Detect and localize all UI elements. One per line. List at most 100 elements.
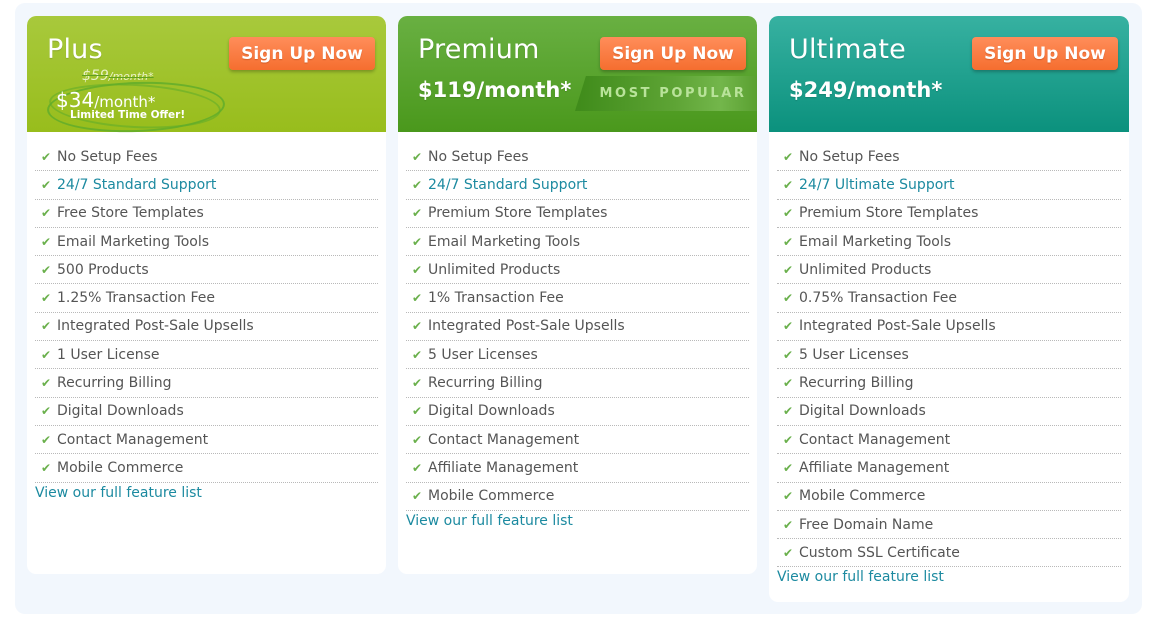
feature-item: ✔ Digital Downloads xyxy=(35,398,378,426)
check-icon: ✔ xyxy=(412,347,423,362)
feature-label: Unlimited Products xyxy=(428,261,561,278)
plan-header-plus: Plus $59/month* $34/month* Limited Time … xyxy=(27,16,386,136)
plan-header-premium: Premium $119/month* MOST POPULAR Sign Up… xyxy=(398,16,757,132)
feature-label: Contact Management xyxy=(428,431,580,448)
feature-label: 5 User Licenses xyxy=(799,346,909,363)
feature-item: ✔ Custom SSL Certificate xyxy=(777,539,1121,568)
feature-label: Mobile Commerce xyxy=(428,488,555,505)
feature-item: ✔ Unlimited Products xyxy=(406,256,749,285)
feature-link[interactable]: 24/7 Ultimate Support xyxy=(799,177,955,193)
feature-label: Affiliate Management xyxy=(428,459,579,476)
feature-label: Integrated Post-Sale Upsells xyxy=(799,318,996,335)
sign-up-button-plus[interactable]: Sign Up Now xyxy=(229,37,375,70)
feature-list: ✔ No Setup Fees ✔ 24/7 Standard Support ✔ Pre… xyxy=(406,132,749,511)
feature-item: ✔ No Setup Fees xyxy=(35,143,378,172)
feature-label: Unlimited Products xyxy=(799,261,932,278)
feature-label: Premium Store Templates xyxy=(799,205,979,222)
feature-item: ✔ Recurring Billing xyxy=(406,369,749,398)
feature-label: Email Marketing Tools xyxy=(57,233,210,250)
plan-name: Ultimate xyxy=(789,34,906,65)
check-icon: ✔ xyxy=(412,376,423,391)
check-icon: ✔ xyxy=(41,291,52,306)
plan-price: $249/month* xyxy=(789,78,943,102)
check-icon: ✔ xyxy=(783,517,794,532)
feature-item: ✔ Contact Management xyxy=(35,426,378,455)
check-icon: ✔ xyxy=(41,404,52,419)
check-icon: ✔ xyxy=(41,262,52,277)
feature-item: ✔ 1 User License xyxy=(35,341,378,370)
feature-label: Affiliate Management xyxy=(799,459,950,476)
check-icon: ✔ xyxy=(41,234,52,249)
view-feature-list-link[interactable]: View our full feature list xyxy=(35,485,386,501)
sign-up-button-premium[interactable]: Sign Up Now xyxy=(600,37,746,70)
feature-label: No Setup Fees xyxy=(57,148,158,165)
feature-label: Premium Store Templates xyxy=(428,205,608,222)
feature-item: ✔ Affiliate Management xyxy=(777,454,1121,483)
feature-label: Recurring Billing xyxy=(57,375,172,392)
check-icon: ✔ xyxy=(412,149,423,164)
feature-item: ✔ No Setup Fees xyxy=(406,143,749,172)
feature-link[interactable]: 24/7 Standard Support xyxy=(428,177,587,193)
check-icon: ✔ xyxy=(41,460,52,475)
check-icon: ✔ xyxy=(783,460,794,475)
feature-item[interactable]: ✔ 24/7 Ultimate Support xyxy=(777,171,1121,200)
feature-item[interactable]: ✔ 24/7 Standard Support xyxy=(406,171,749,200)
feature-label: Free Domain Name xyxy=(799,516,934,533)
check-icon: ✔ xyxy=(412,291,423,306)
view-feature-list-link[interactable]: View our full feature list xyxy=(406,513,757,529)
check-icon: ✔ xyxy=(412,319,423,334)
feature-label: Email Marketing Tools xyxy=(428,233,581,250)
feature-label: No Setup Fees xyxy=(799,148,900,165)
feature-item: ✔ Contact Management xyxy=(406,426,749,455)
feature-label: Recurring Billing xyxy=(799,375,914,392)
check-icon: ✔ xyxy=(412,460,423,475)
plan-card-premium: Premium $119/month* MOST POPULAR Sign Up… xyxy=(398,16,757,574)
check-icon: ✔ xyxy=(412,262,423,277)
feature-label: 0.75% Transaction Fee xyxy=(799,290,957,307)
check-icon: ✔ xyxy=(41,376,52,391)
plan-card-plus: Plus $59/month* $34/month* Limited Time … xyxy=(27,16,386,574)
check-icon: ✔ xyxy=(412,404,423,419)
feature-label: No Setup Fees xyxy=(428,148,529,165)
check-icon: ✔ xyxy=(783,149,794,164)
check-icon: ✔ xyxy=(783,291,794,306)
check-icon: ✔ xyxy=(412,432,423,447)
feature-label: Contact Management xyxy=(57,431,209,448)
feature-item[interactable]: ✔ 24/7 Standard Support xyxy=(35,171,378,200)
feature-item: ✔ 1.25% Transaction Fee xyxy=(35,284,378,313)
check-icon: ✔ xyxy=(783,177,794,192)
check-icon: ✔ xyxy=(412,489,423,504)
plan-header-ultimate: Ultimate $249/month* Sign Up Now xyxy=(769,16,1129,132)
feature-label: 1% Transaction Fee xyxy=(428,290,564,307)
feature-item: ✔ Affiliate Management xyxy=(406,454,749,483)
feature-item: ✔ Recurring Billing xyxy=(777,369,1121,398)
check-icon: ✔ xyxy=(412,177,423,192)
feature-label: Digital Downloads xyxy=(799,403,926,420)
feature-link[interactable]: 24/7 Standard Support xyxy=(57,177,216,193)
feature-item: ✔ Contact Management xyxy=(777,426,1121,455)
feature-item: ✔ Recurring Billing xyxy=(35,369,378,398)
feature-item: ✔ 0.75% Transaction Fee xyxy=(777,284,1121,313)
feature-item: ✔ Integrated Post-Sale Upsells xyxy=(35,313,378,342)
check-icon: ✔ xyxy=(41,347,52,362)
feature-item: ✔ Email Marketing Tools xyxy=(777,228,1121,257)
feature-label: 1.25% Transaction Fee xyxy=(57,290,215,307)
sign-up-button-ultimate[interactable]: Sign Up Now xyxy=(972,37,1118,70)
feature-label: Recurring Billing xyxy=(428,375,543,392)
check-icon: ✔ xyxy=(783,404,794,419)
feature-item: ✔ Mobile Commerce xyxy=(35,454,378,483)
feature-item: ✔ Email Marketing Tools xyxy=(35,228,378,257)
most-popular-badge: MOST POPULAR xyxy=(575,76,757,111)
feature-label: Custom SSL Certificate xyxy=(799,544,960,561)
feature-label: Integrated Post-Sale Upsells xyxy=(428,318,625,335)
feature-item: ✔ Premium Store Templates xyxy=(777,200,1121,228)
feature-item: ✔ Unlimited Products xyxy=(777,256,1121,285)
feature-item: ✔ Email Marketing Tools xyxy=(406,228,749,257)
feature-item: ✔ Free Store Templates xyxy=(35,200,378,228)
feature-item: ✔ 5 User Licenses xyxy=(777,341,1121,370)
check-icon: ✔ xyxy=(41,432,52,447)
check-icon: ✔ xyxy=(783,376,794,391)
view-feature-list-link[interactable]: View our full feature list xyxy=(777,569,1129,585)
feature-list: ✔ No Setup Fees ✔ 24/7 Ultimate Support ✔ Pre… xyxy=(777,132,1121,568)
feature-label: Email Marketing Tools xyxy=(799,233,952,250)
